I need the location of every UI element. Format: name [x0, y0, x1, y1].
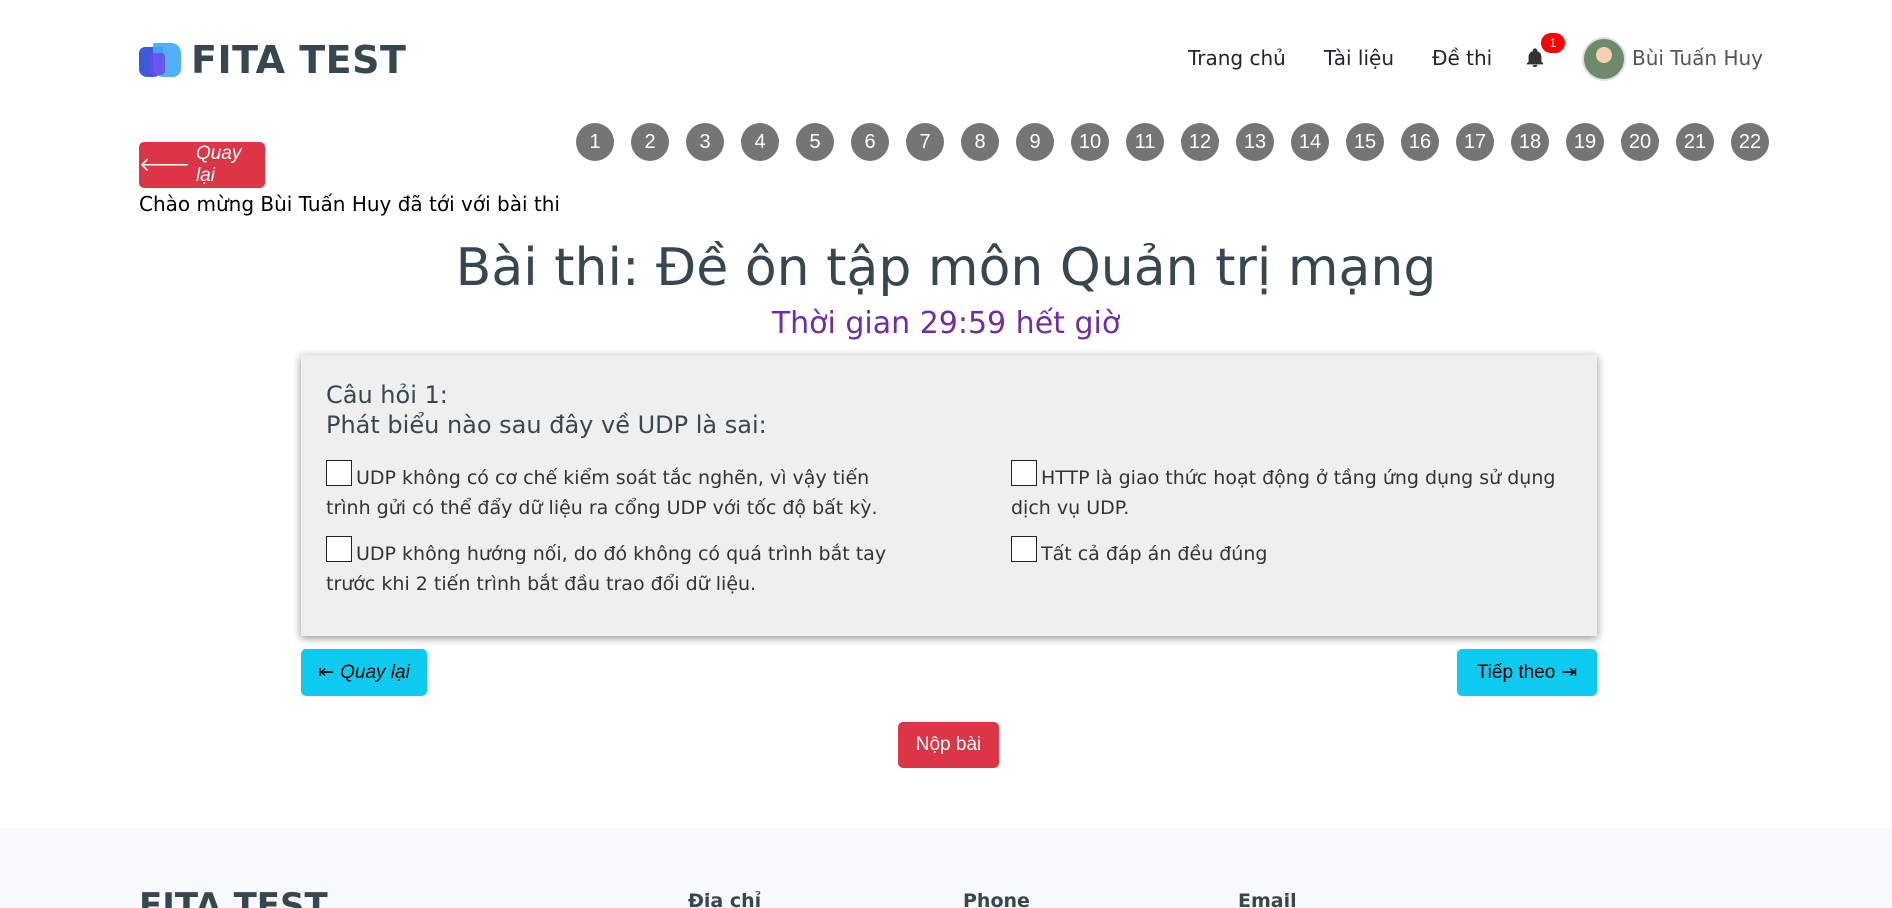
- exam-timer: Thời gian 29:59 hết giờ: [771, 306, 1121, 341]
- answer-option-label: UDP không hướng nối, do đó không có quá …: [326, 543, 887, 595]
- avatar[interactable]: [1582, 37, 1626, 81]
- question-number-button[interactable]: 13: [1236, 123, 1274, 161]
- footer-address-heading: Địa chỉ: [688, 890, 762, 908]
- arrow-left-icon: 🡐: [139, 155, 190, 176]
- checkbox[interactable]: [1011, 460, 1037, 486]
- question-number-button[interactable]: 18: [1511, 123, 1549, 161]
- previous-question-button[interactable]: ⇤ Quay lại: [301, 649, 427, 696]
- question-text: Phát biểu nào sau đây về UDP là sai:: [326, 411, 767, 439]
- nav-documents[interactable]: Tài liệu: [1324, 46, 1394, 70]
- question-number-button[interactable]: 2: [631, 123, 669, 161]
- footer-email-heading: Email: [1238, 890, 1297, 908]
- question-number-button[interactable]: 5: [796, 123, 834, 161]
- next-button-label: Tiếp theo: [1476, 661, 1556, 683]
- answer-option-label: UDP không có cơ chế kiểm soát tắc nghẽn,…: [326, 467, 878, 519]
- answer-option[interactable]: UDP không có cơ chế kiểm soát tắc nghẽn,…: [326, 460, 906, 523]
- back-button[interactable]: 🡐 Quay lại: [139, 142, 265, 188]
- question-number-button[interactable]: 16: [1401, 123, 1439, 161]
- question-navigator: 1 2 3 4 5 6 7 8 9 10 11 12 13 14 15 16 17 18 19 20 21 22: [576, 123, 1786, 161]
- logo-mark-icon: [139, 43, 181, 77]
- footer-phone-heading: Phone: [963, 890, 1030, 908]
- exam-title: Bài thi: Đề ôn tập môn Quản trị mạng: [455, 238, 1437, 298]
- nav-exams[interactable]: Đề thi: [1432, 46, 1492, 70]
- site-footer: FITA TEST Địa chỉ Phone Email: [0, 828, 1892, 908]
- question-label: Câu hỏi 1:: [326, 381, 448, 409]
- question-number-button[interactable]: 19: [1566, 123, 1604, 161]
- checkbox[interactable]: [1011, 536, 1037, 562]
- answer-option[interactable]: Tất cả đáp án đều đúng: [1011, 536, 1581, 569]
- site-logo[interactable]: FITA TEST: [139, 38, 406, 82]
- question-number-button[interactable]: 17: [1456, 123, 1494, 161]
- arrow-right-bar-icon: ⇥: [1561, 662, 1578, 683]
- checkbox[interactable]: [326, 536, 352, 562]
- question-number-button[interactable]: 21: [1676, 123, 1714, 161]
- question-number-button[interactable]: 3: [686, 123, 724, 161]
- question-number-button[interactable]: 12: [1181, 123, 1219, 161]
- answer-option[interactable]: HTTP là giao thức hoạt động ở tầng ứng d…: [1011, 460, 1581, 523]
- site-header: FITA TEST Trang chủ Tài liệu Đề thi 1 Bù…: [0, 0, 1892, 118]
- arrow-left-bar-icon: ⇤: [318, 662, 335, 683]
- main-nav: Trang chủ Tài liệu Đề thi: [1188, 46, 1530, 70]
- footer-logo: FITA TEST: [139, 886, 328, 908]
- question-number-button[interactable]: 4: [741, 123, 779, 161]
- back-button-label: Quay lại: [195, 143, 242, 186]
- question-number-button[interactable]: 22: [1731, 123, 1769, 161]
- question-number-button[interactable]: 20: [1621, 123, 1659, 161]
- checkbox[interactable]: [326, 460, 352, 486]
- logo-text: FITA TEST: [191, 38, 407, 82]
- answer-option[interactable]: UDP không hướng nối, do đó không có quá …: [326, 536, 906, 599]
- welcome-text: Chào mừng Bùi Tuấn Huy đã tới với bài th…: [139, 192, 560, 216]
- next-question-button[interactable]: Tiếp theo ⇥: [1457, 649, 1597, 696]
- answer-option-label: HTTP là giao thức hoạt động ở tầng ứng d…: [1011, 467, 1556, 519]
- submit-button[interactable]: Nộp bài: [898, 722, 999, 768]
- previous-button-label: Quay lại: [340, 661, 410, 683]
- question-number-button[interactable]: 9: [1016, 123, 1054, 161]
- question-number-button[interactable]: 6: [851, 123, 889, 161]
- notification-badge: 1: [1541, 33, 1565, 53]
- question-number-button[interactable]: 7: [906, 123, 944, 161]
- question-number-button[interactable]: 11: [1126, 123, 1164, 161]
- question-card: Câu hỏi 1: Phát biểu nào sau đây về UDP …: [301, 355, 1597, 636]
- question-number-button[interactable]: 8: [961, 123, 999, 161]
- question-number-button[interactable]: 14: [1291, 123, 1329, 161]
- answer-option-label: Tất cả đáp án đều đúng: [1041, 543, 1268, 565]
- username[interactable]: Bùi Tuấn Huy: [1632, 46, 1763, 70]
- question-number-button[interactable]: 1: [576, 123, 614, 161]
- question-number-button[interactable]: 10: [1071, 123, 1109, 161]
- nav-home[interactable]: Trang chủ: [1188, 46, 1286, 70]
- question-number-button[interactable]: 15: [1346, 123, 1384, 161]
